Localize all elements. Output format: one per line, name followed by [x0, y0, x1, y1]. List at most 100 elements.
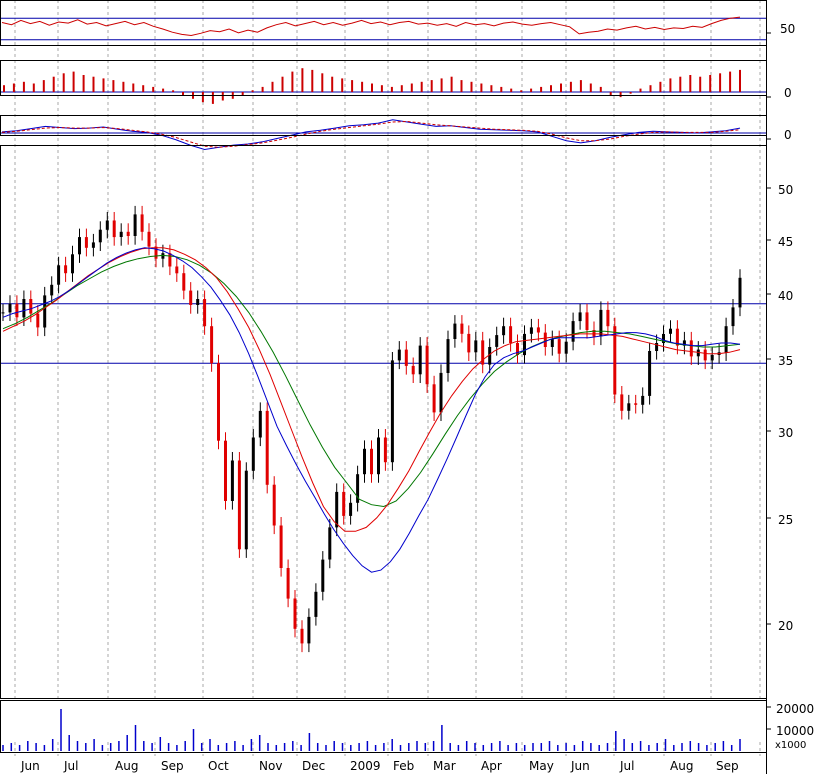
candle-body: [738, 277, 742, 308]
candle-body: [210, 326, 214, 364]
candle-body: [175, 266, 179, 274]
candle-body: [168, 253, 172, 267]
oscillator-panel: [0, 16, 766, 41]
candle-body: [286, 568, 290, 599]
candle-body: [1, 312, 5, 314]
candle-body: [112, 220, 116, 238]
candle-body: [147, 231, 151, 247]
month-label: Sep: [716, 759, 739, 773]
candle-body: [182, 273, 186, 291]
candle-body: [224, 440, 227, 501]
month-label: Sep: [161, 759, 184, 773]
candle-body: [335, 491, 339, 528]
candle-body: [453, 323, 457, 339]
candle-body: [397, 349, 401, 361]
candle-body: [140, 214, 144, 232]
candle-body: [342, 491, 346, 516]
candle-body: [390, 360, 394, 463]
candle-body: [599, 309, 603, 337]
month-label: Jun: [20, 759, 40, 773]
price-tick-label: 25: [778, 513, 793, 527]
month-label: Feb: [393, 759, 414, 773]
candle-body: [189, 290, 193, 305]
candle-body: [237, 460, 241, 550]
price-tick-label: 45: [778, 235, 793, 249]
candle-body: [126, 231, 130, 236]
candle-body: [251, 437, 255, 471]
candle-body: [641, 395, 645, 405]
candle-body: [724, 326, 728, 353]
osc-tick-label: 50: [780, 22, 795, 36]
candle-body: [627, 403, 631, 411]
price-tick-label: 50: [778, 183, 793, 197]
candle-body: [377, 437, 380, 475]
candle-body: [43, 295, 47, 328]
candle-body: [502, 326, 506, 336]
histogram-panel: [0, 68, 766, 104]
candle-body: [133, 214, 137, 236]
candle-body: [460, 323, 464, 334]
volume-unit-label: x1000: [775, 740, 806, 751]
candle-body: [557, 339, 561, 354]
candle-body: [91, 242, 95, 248]
candle-body: [321, 559, 325, 592]
month-label: Nov: [259, 759, 282, 773]
candle-body: [64, 265, 68, 274]
price-tick-label: 30: [778, 426, 793, 440]
candle-body: [529, 327, 533, 334]
month-label: Dec: [302, 759, 325, 773]
candle-body: [230, 460, 234, 501]
stock-chart: 50 0 0 50 45 40 35 30 25 20 20000 10000 …: [0, 0, 814, 774]
candle-body: [328, 527, 332, 560]
candle-body: [265, 410, 269, 485]
month-label: Aug: [115, 759, 138, 773]
month-label: Jul: [63, 759, 78, 773]
candle-body: [349, 502, 353, 516]
candle-body: [509, 326, 513, 343]
month-label: Jul: [619, 759, 634, 773]
candle-body: [50, 284, 54, 296]
candle-body: [258, 410, 262, 438]
candle-body: [15, 303, 19, 318]
candle-body: [307, 616, 311, 644]
candle-body: [203, 299, 207, 327]
candle-body: [119, 231, 123, 237]
moving-average-mid: [2, 247, 741, 532]
candle-body: [585, 312, 589, 330]
month-label: Oct: [208, 759, 229, 773]
candle-body: [620, 394, 624, 411]
candle-body: [550, 339, 554, 347]
month-label: May: [529, 759, 554, 773]
candle-body: [293, 598, 297, 629]
candle-body: [370, 448, 373, 475]
price-panel: [0, 205, 766, 653]
candle-body: [689, 340, 693, 357]
candle-body: [418, 345, 422, 375]
volume-tick-label: 20000: [776, 702, 814, 716]
volume-panel: [2, 709, 741, 751]
candle-body: [731, 307, 735, 327]
candle-body: [196, 299, 200, 305]
candle-body: [363, 448, 366, 475]
candle-body: [606, 309, 610, 327]
candle-body: [78, 237, 81, 255]
candle-body: [564, 341, 568, 354]
hist-tick-label: 0: [784, 86, 792, 100]
month-label: Apr: [481, 759, 502, 773]
candle-body: [669, 328, 672, 334]
candle-body: [383, 437, 387, 463]
candle-body: [467, 333, 471, 353]
candle-body: [217, 363, 220, 441]
candle-body: [244, 470, 248, 550]
candle-body: [279, 525, 283, 568]
candle-body: [29, 299, 33, 314]
candle-body: [411, 365, 415, 375]
candle-body: [36, 313, 40, 328]
candle-body: [710, 355, 714, 361]
price-tick-label: 40: [778, 289, 793, 303]
candle-body: [404, 349, 408, 366]
candle-body: [543, 332, 547, 347]
candle-body: [8, 303, 12, 313]
candle-body: [432, 384, 436, 413]
candle-body: [57, 265, 61, 285]
